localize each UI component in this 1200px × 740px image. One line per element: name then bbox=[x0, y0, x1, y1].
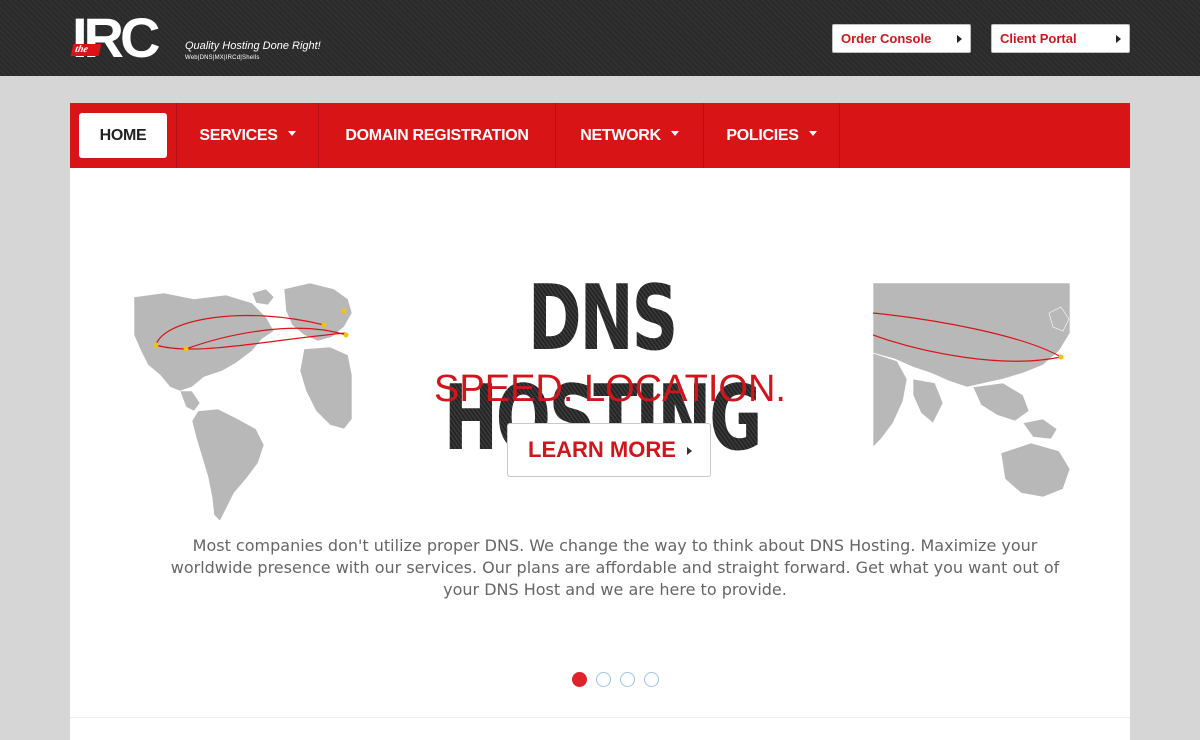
world-map-right bbox=[873, 283, 1070, 498]
client-portal-button[interactable]: Client Portal bbox=[991, 24, 1130, 53]
nav-network-label: NETWORK bbox=[580, 127, 661, 144]
nav-policies-label: POLICIES bbox=[726, 127, 799, 144]
logo-prefix: the bbox=[70, 44, 102, 56]
nav-domain-registration[interactable]: DOMAIN REGISTRATION bbox=[319, 103, 556, 168]
nav-domain-registration-label: DOMAIN REGISTRATION bbox=[345, 127, 529, 144]
slide-dot-1[interactable] bbox=[572, 672, 587, 687]
caret-down-icon bbox=[670, 131, 679, 136]
order-console-button[interactable]: Order Console bbox=[832, 24, 971, 53]
section-divider bbox=[70, 717, 1130, 718]
nav-services[interactable]: SERVICES bbox=[177, 103, 319, 168]
slide-dot-4[interactable] bbox=[644, 672, 659, 687]
logo-tagline: Quality Hosting Done Right! bbox=[185, 40, 321, 52]
caret-right-icon bbox=[687, 447, 692, 455]
main-nav: HOME SERVICES DOMAIN REGISTRATION NETWOR… bbox=[70, 103, 1130, 168]
caret-down-icon bbox=[287, 131, 296, 136]
nav-network[interactable]: NETWORK bbox=[556, 103, 704, 168]
caret-right-icon bbox=[1116, 35, 1121, 43]
nav-services-label: SERVICES bbox=[199, 127, 278, 144]
slide-dot-2[interactable] bbox=[596, 672, 611, 687]
learn-more-button[interactable]: LEARN MORE bbox=[507, 423, 711, 477]
logo-subline: Web|DNS|MX|IRCd|Shells bbox=[185, 55, 260, 61]
top-bar: IRC the Quality Hosting Done Right! Web|… bbox=[0, 0, 1200, 76]
nav-policies[interactable]: POLICIES bbox=[704, 103, 840, 168]
nav-home[interactable]: HOME bbox=[79, 113, 167, 158]
client-portal-label: Client Portal bbox=[1000, 31, 1077, 46]
slider-pagination bbox=[572, 672, 672, 688]
caret-down-icon bbox=[808, 131, 817, 136]
main-panel: HOME SERVICES DOMAIN REGISTRATION NETWOR… bbox=[70, 103, 1130, 740]
learn-more-label: LEARN MORE bbox=[528, 437, 676, 462]
order-console-label: Order Console bbox=[841, 31, 932, 46]
logo-word: IRC bbox=[72, 6, 160, 69]
hero-description: Most companies don't utilize proper DNS.… bbox=[170, 536, 1060, 599]
caret-right-icon bbox=[957, 35, 962, 43]
world-map-left bbox=[134, 282, 352, 522]
hero-subtitle: SPEED. LOCATION. bbox=[434, 368, 786, 410]
slide-dot-3[interactable] bbox=[620, 672, 635, 687]
site-logo[interactable]: IRC the Quality Hosting Done Right! Web|… bbox=[70, 10, 340, 66]
